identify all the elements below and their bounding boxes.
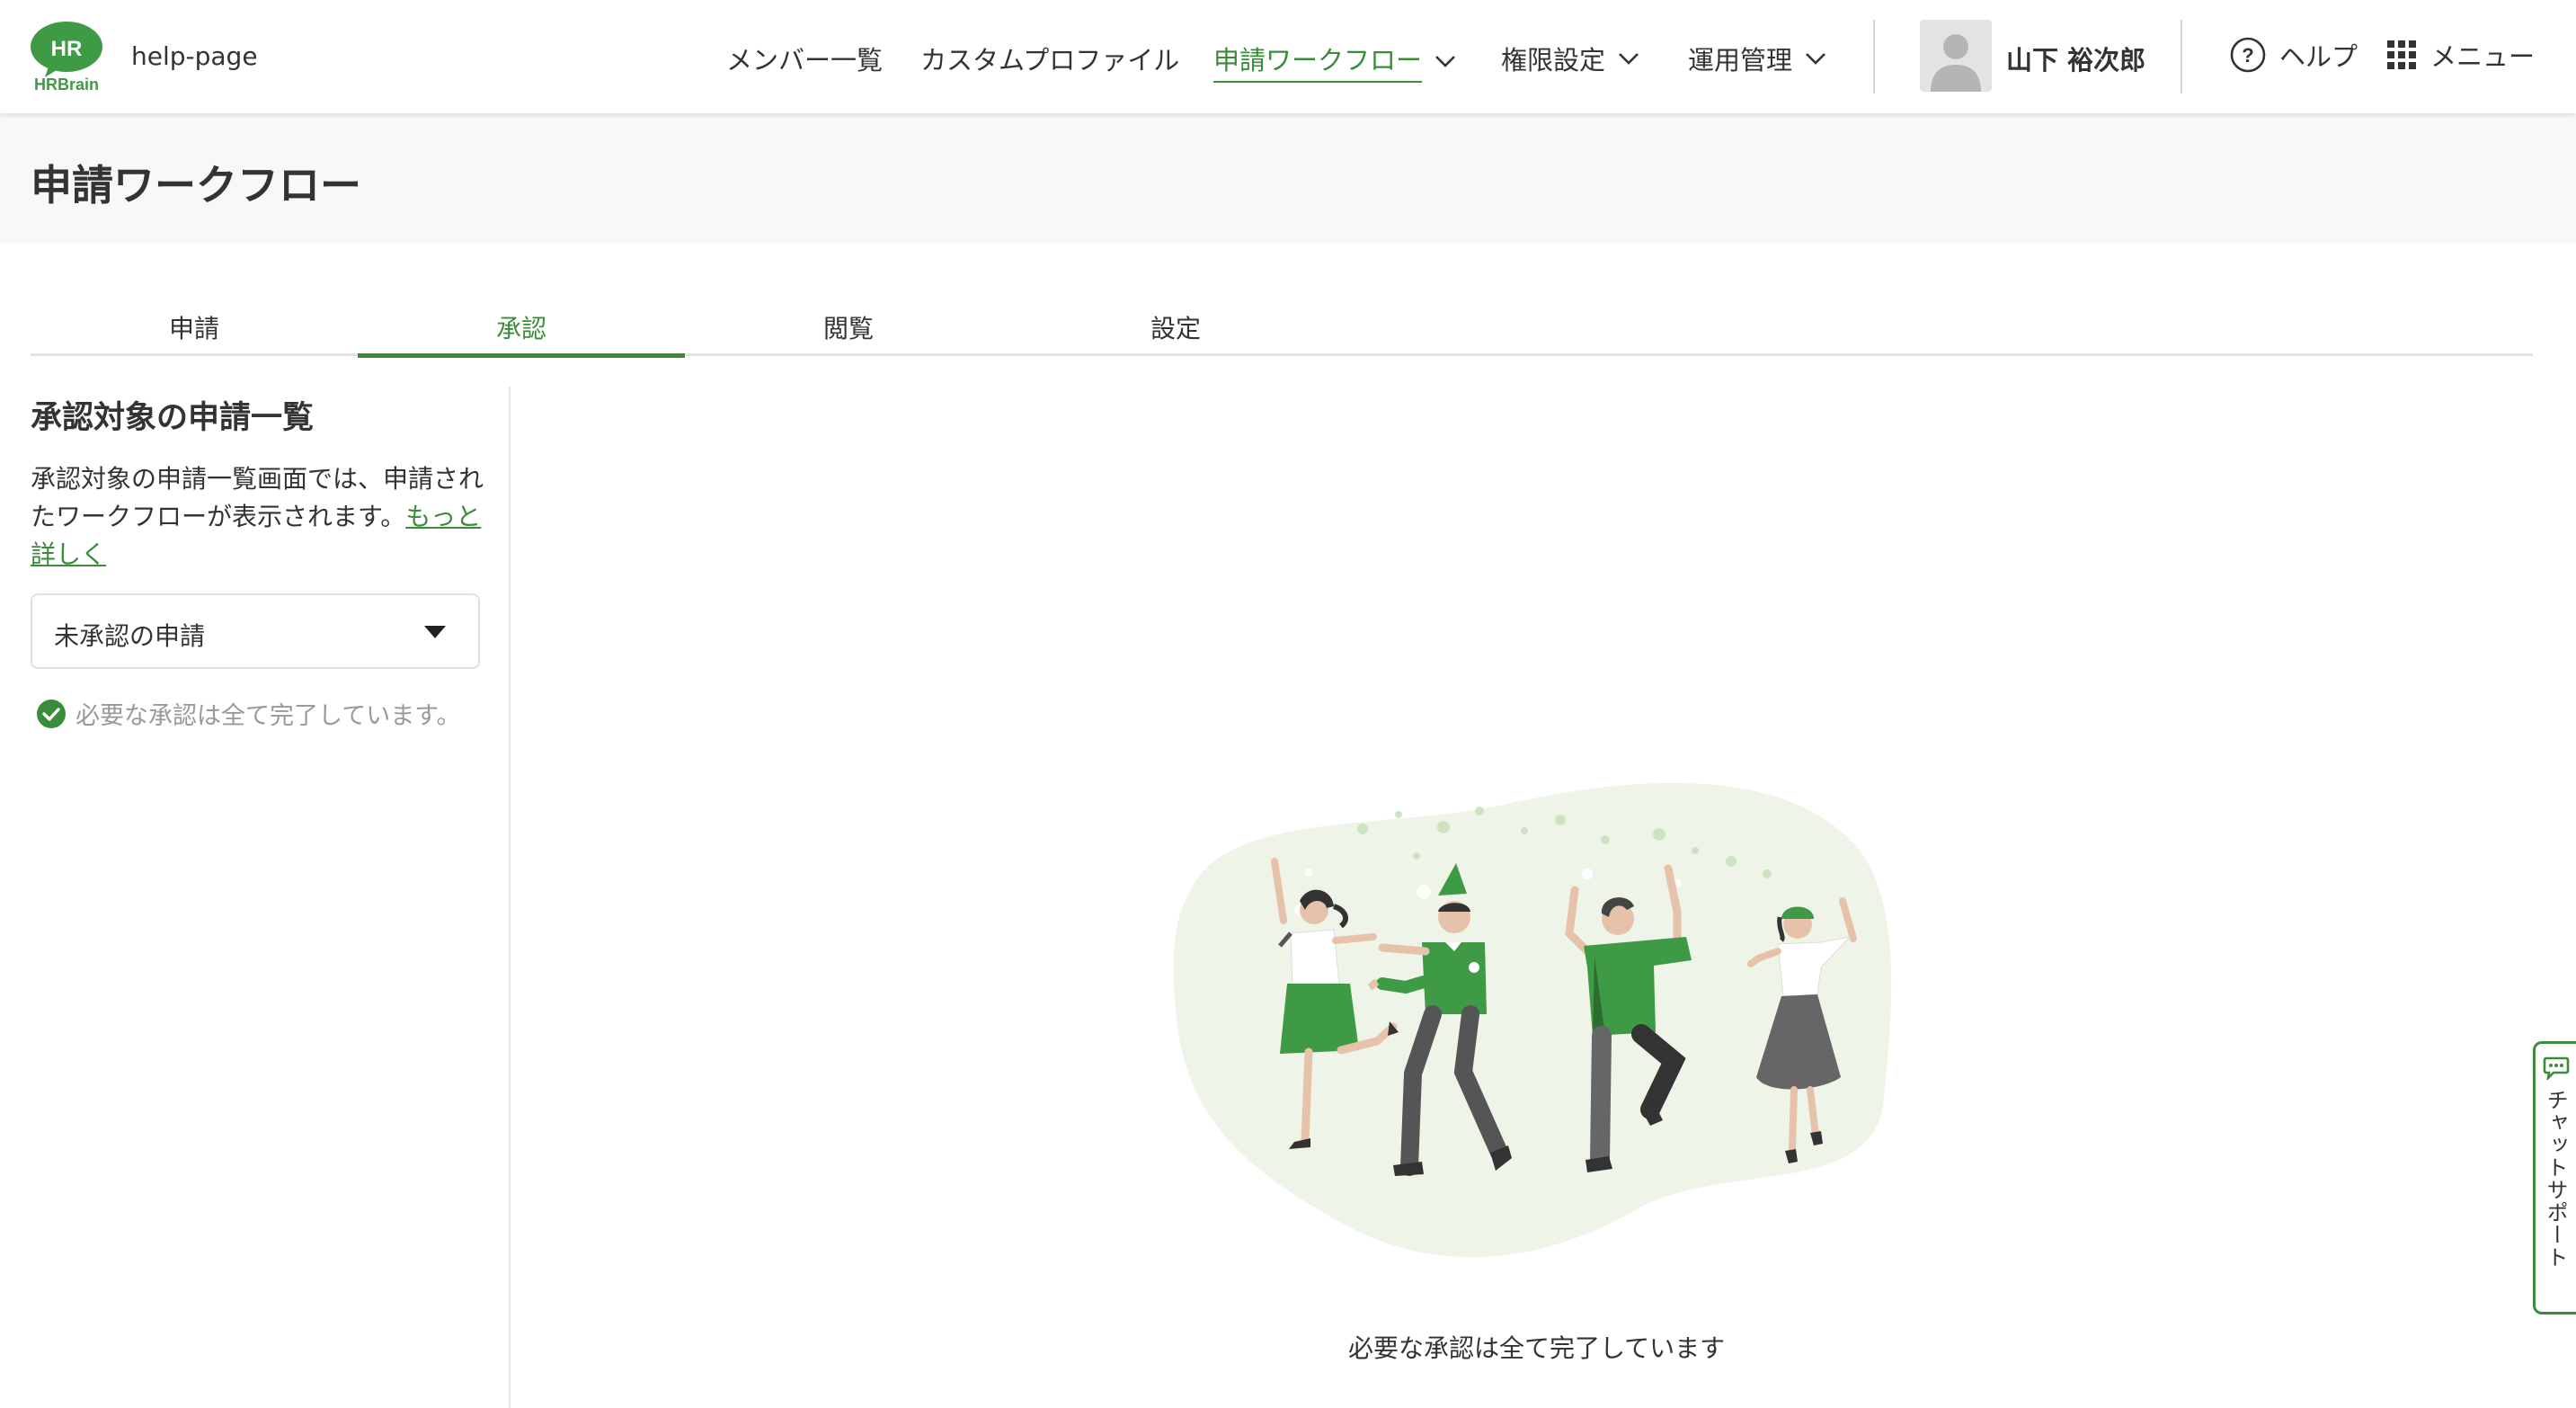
- tab-apply[interactable]: 申請: [31, 297, 358, 356]
- hrbrain-logo[interactable]: HR HRBrain: [29, 20, 104, 94]
- nav-custom-profile[interactable]: カスタムプロファイル: [920, 40, 1179, 77]
- side-panel-description: 承認対象の申請一覧画面では、申請されたワークフローが表示されます。もっと詳しく: [31, 460, 485, 574]
- chevron-down-icon: [1619, 53, 1639, 65]
- svg-text:?: ?: [2242, 44, 2253, 67]
- empty-state-message: 必要な承認は全て完了しています: [1348, 1333, 1726, 1363]
- chat-support-button[interactable]: チャットサポート: [2533, 1041, 2576, 1314]
- help-button[interactable]: ? ヘルプ: [2229, 36, 2358, 74]
- nav-members[interactable]: メンバー一覧: [726, 40, 883, 77]
- page-title-band: [0, 113, 2576, 243]
- nav-permissions-label: 権限設定: [1501, 45, 1606, 76]
- check-circle-icon: [37, 699, 66, 728]
- chat-support-label: チャットサポート: [2543, 1089, 2568, 1269]
- header-divider: [1873, 20, 1875, 94]
- chevron-down-icon: [1806, 53, 1825, 65]
- filter-selected-value: 未承認の申請: [54, 621, 206, 651]
- logo-brand: HRBrain: [34, 76, 99, 94]
- approval-status-text: 必要な承認は全て完了しています。: [76, 702, 461, 730]
- nav-operations-label: 運用管理: [1688, 45, 1793, 76]
- nav-custom-profile-label: カスタムプロファイル: [920, 45, 1180, 76]
- top-header: HR HRBrain help-page メンバー一覧 カスタムプロファイル 申…: [0, 0, 2576, 113]
- chevron-down-icon: [1435, 56, 1455, 67]
- user-name[interactable]: 山下 裕次郎: [2006, 40, 2145, 77]
- user-silhouette-icon: [1931, 34, 1981, 92]
- tab-view[interactable]: 閲覧: [685, 297, 1012, 356]
- workflow-tabs: 申請 承認 閲覧 設定: [31, 297, 2533, 358]
- app-name: help-page: [131, 41, 258, 71]
- caret-down-icon: [424, 626, 446, 638]
- nav-workflow[interactable]: 申請ワークフロー: [1213, 40, 1458, 83]
- chat-bubble-icon: [2543, 1056, 2570, 1080]
- approval-filter-select[interactable]: 未承認の申請: [31, 593, 480, 669]
- side-panel-title: 承認対象の申請一覧: [31, 400, 315, 436]
- approval-status: 必要な承認は全て完了しています。: [36, 696, 461, 731]
- nav-members-label: メンバー一覧: [726, 45, 884, 76]
- nav-workflow-label: 申請ワークフロー: [1213, 40, 1423, 83]
- menu-button[interactable]: メニュー: [2385, 36, 2535, 74]
- celebration-illustration: [1173, 775, 1896, 1268]
- header-divider: [2181, 20, 2182, 94]
- tab-approve[interactable]: 承認: [358, 297, 685, 358]
- page-title: 申請ワークフロー: [31, 161, 361, 209]
- help-label: ヘルプ: [2279, 41, 2358, 72]
- menu-label: メニュー: [2430, 41, 2536, 72]
- avatar[interactable]: [1920, 20, 1992, 92]
- nav-operations[interactable]: 運用管理: [1688, 40, 1828, 77]
- tab-settings[interactable]: 設定: [1012, 297, 1339, 356]
- question-circle-icon: ?: [2230, 37, 2266, 73]
- logo-text: HR: [51, 37, 83, 61]
- nav-permissions[interactable]: 権限設定: [1501, 40, 1641, 77]
- grid-menu-icon: [2387, 40, 2416, 69]
